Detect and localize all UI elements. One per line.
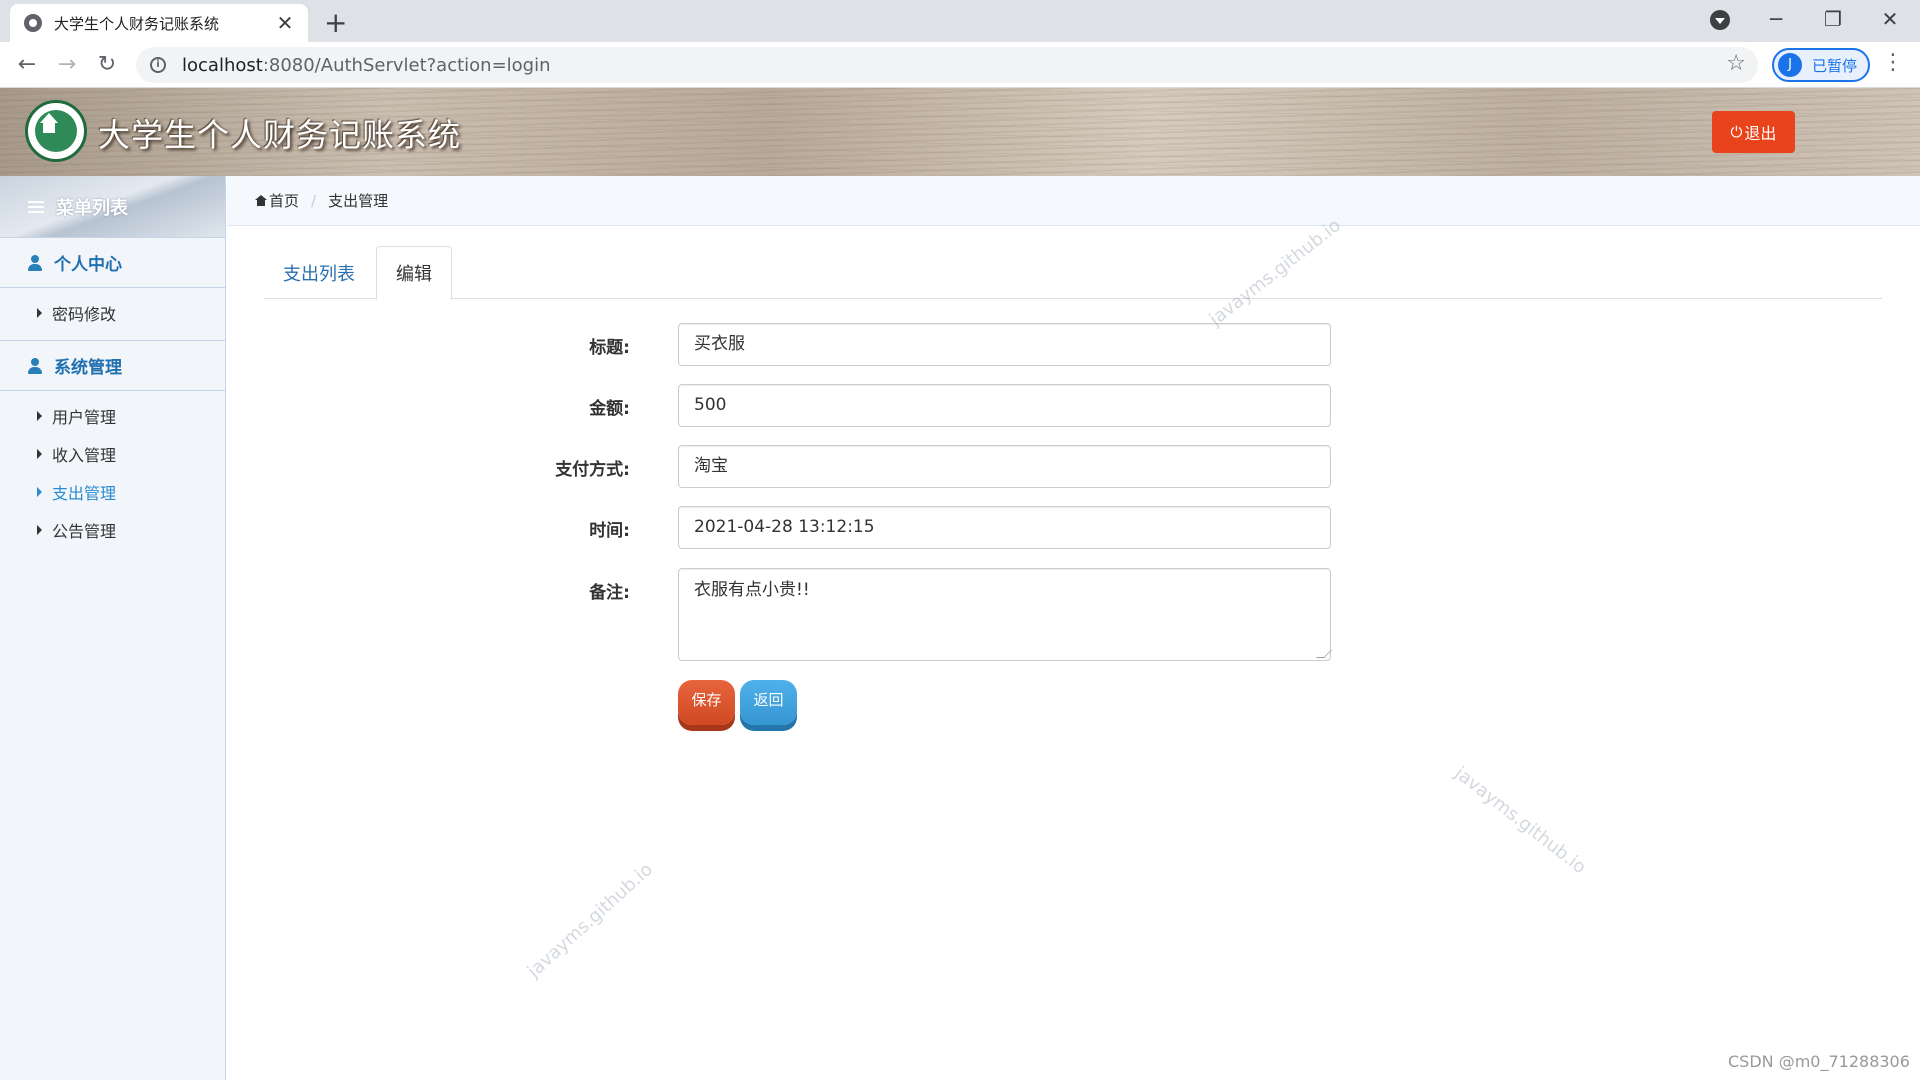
title-label: 标题: — [589, 338, 630, 358]
note-textarea[interactable]: 衣服有点小贵!! — [678, 568, 1332, 661]
sidebar-item-income[interactable]: 收入管理 — [0, 435, 225, 473]
address-bar[interactable]: i localhost:8080/AuthServlet?action=logi… — [136, 47, 1758, 83]
form-row-title: 标题: 买衣服 — [480, 323, 1331, 366]
app-title: 大学生个人财务记账系统 — [98, 116, 462, 154]
close-tab-icon[interactable]: ✕ — [274, 11, 296, 35]
reload-icon[interactable]: ↻ — [92, 50, 122, 80]
sidebar-item-label: 公告管理 — [52, 522, 117, 541]
menu-icon[interactable]: ⋮ — [1882, 50, 1904, 75]
user-icon — [28, 357, 42, 374]
sidebar-item-users[interactable]: 用户管理 — [0, 397, 225, 435]
sidebar: 菜单列表 个人中心 密码修改 系统管理 用户管理 收入管理 支出管理 公告管理 — [0, 176, 226, 1080]
browser-tabbar: 大学生个人财务记账系统 ✕ + ─ ❐ ✕ — [0, 0, 1920, 42]
sidebar-group-system[interactable]: 系统管理 — [0, 341, 225, 391]
app-header: 大学生个人财务记账系统 ⏻ 退出 — [0, 88, 1920, 176]
sidebar-item-expense[interactable]: 支出管理 — [0, 473, 225, 511]
star-icon[interactable]: ☆ — [1726, 51, 1746, 76]
payment-method-input[interactable]: 淘宝 — [678, 445, 1331, 488]
sidebar-item-password[interactable]: 密码修改 — [0, 294, 225, 332]
form-row-amount: 金额: 500 — [480, 384, 1331, 427]
caret-right-icon — [37, 449, 42, 459]
sidebar-group-label: 个人中心 — [54, 255, 122, 275]
profile-label: 已暂停 — [1812, 56, 1858, 75]
sidebar-item-label: 用户管理 — [52, 408, 117, 427]
restore-icon[interactable]: ❐ — [1813, 4, 1853, 34]
sidebar-group-items: 用户管理 收入管理 支出管理 公告管理 — [0, 391, 225, 557]
avatar: J — [1778, 53, 1802, 77]
breadcrumb: 首页 / 支出管理 — [227, 176, 1920, 226]
close-window-icon[interactable]: ✕ — [1870, 4, 1910, 34]
save-button[interactable]: 保存 — [678, 680, 735, 725]
university-logo — [25, 100, 87, 162]
form-row-note: 备注: 衣服有点小贵!! — [480, 568, 1332, 661]
power-icon: ⏻ — [1730, 123, 1743, 141]
breadcrumb-current: 支出管理 — [328, 192, 389, 210]
sidebar-item-label: 支出管理 — [52, 484, 117, 503]
sidebar-group-label: 系统管理 — [54, 358, 122, 378]
new-tab-button[interactable]: + — [324, 6, 347, 39]
breadcrumb-home[interactable]: 首页 — [269, 190, 299, 211]
csdn-credit: CSDN @m0_71288306 — [1728, 1052, 1910, 1071]
forward-icon[interactable]: → — [52, 50, 82, 80]
time-input[interactable]: 2021-04-28 13:12:15 — [678, 506, 1331, 549]
amount-label: 金额: — [589, 399, 630, 419]
logout-label: 退出 — [1744, 124, 1777, 143]
url-text[interactable]: localhost:8080/AuthServlet?action=login — [182, 55, 551, 76]
tab-title: 大学生个人财务记账系统 — [54, 14, 220, 33]
back-button[interactable]: 返回 — [740, 680, 797, 725]
globe-icon — [24, 14, 42, 32]
note-label: 备注: — [589, 583, 630, 603]
sidebar-item-label: 密码修改 — [52, 305, 117, 324]
tab-search-icon[interactable] — [1710, 10, 1730, 30]
watermark: javayms.github.io — [1450, 762, 1590, 879]
caret-right-icon — [37, 308, 42, 318]
time-label: 时间: — [589, 521, 630, 541]
browser-tab[interactable]: 大学生个人财务记账系统 ✕ — [10, 4, 308, 42]
logout-button[interactable]: ⏻ 退出 — [1712, 111, 1795, 153]
sidebar-group-items: 密码修改 — [0, 288, 225, 341]
sidebar-heading-label: 菜单列表 — [56, 197, 128, 219]
breadcrumb-separator: / — [311, 191, 317, 210]
form-row-payment: 支付方式: 淘宝 — [480, 445, 1331, 488]
resize-grip-icon[interactable] — [1316, 650, 1332, 658]
home-icon — [255, 195, 267, 206]
back-icon[interactable]: ← — [12, 50, 42, 80]
amount-input[interactable]: 500 — [678, 384, 1331, 427]
sidebar-heading: 菜单列表 — [0, 176, 225, 238]
sidebar-item-notice[interactable]: 公告管理 — [0, 511, 225, 549]
watermark: javayms.github.io — [523, 859, 657, 982]
user-icon — [28, 254, 42, 271]
sidebar-group-personal[interactable]: 个人中心 — [0, 238, 225, 288]
note-text: 衣服有点小贵!! — [694, 580, 810, 600]
browser-toolbar: ← → ↻ i localhost:8080/AuthServlet?actio… — [0, 42, 1920, 88]
form-row-time: 时间: 2021-04-28 13:12:15 — [480, 506, 1331, 549]
content-tabs: 支出列表 编辑 — [264, 246, 1882, 300]
caret-right-icon — [37, 525, 42, 535]
tab-expense-list[interactable]: 支出列表 — [264, 246, 374, 299]
list-icon — [28, 200, 44, 213]
minimize-icon[interactable]: ─ — [1756, 4, 1796, 34]
profile-button[interactable]: J 已暂停 — [1772, 48, 1870, 82]
caret-right-icon — [37, 411, 42, 421]
payment-method-label: 支付方式: — [555, 460, 630, 480]
title-input[interactable]: 买衣服 — [678, 323, 1331, 366]
tab-edit[interactable]: 编辑 — [376, 246, 452, 300]
caret-right-icon — [37, 487, 42, 497]
info-icon[interactable]: i — [150, 57, 166, 73]
sidebar-item-label: 收入管理 — [52, 446, 117, 465]
